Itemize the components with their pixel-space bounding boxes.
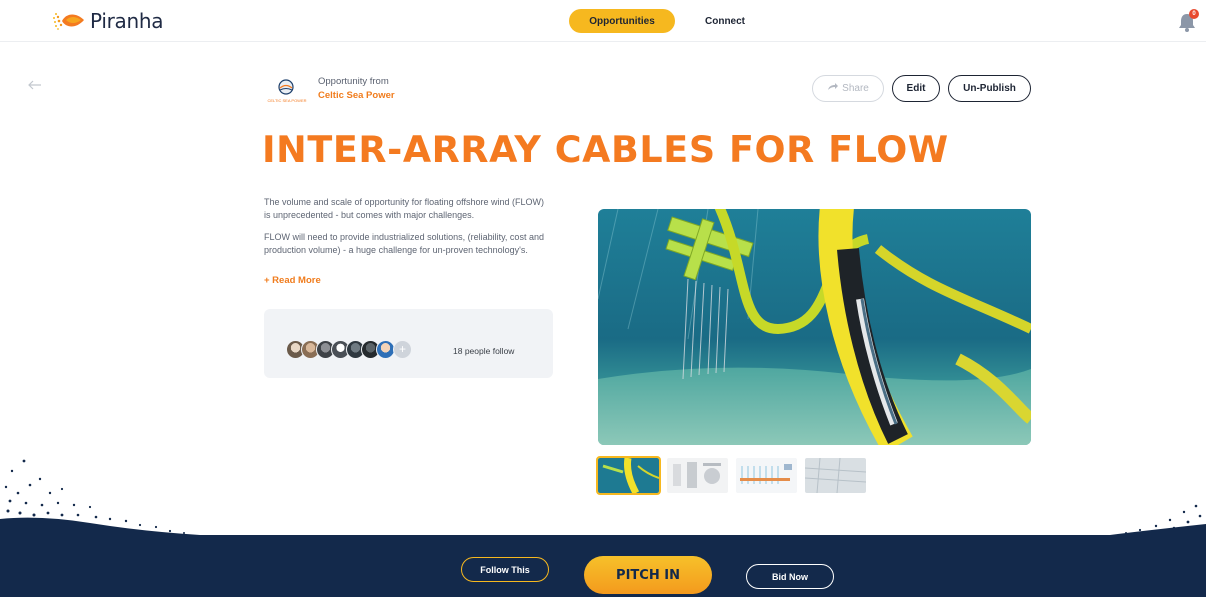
opportunity-from-label: Opportunity from <box>318 76 389 87</box>
thumbnail-2[interactable] <box>667 458 728 493</box>
share-button[interactable]: Share <box>812 75 884 102</box>
thumbnail-1[interactable] <box>596 456 661 495</box>
followers-card: + 18 people follow <box>264 309 553 378</box>
brand-name: Piranha <box>90 9 164 33</box>
image-thumbnails <box>596 456 866 495</box>
opportunity-description: The volume and scale of opportunity for … <box>264 196 550 265</box>
page: Piranha Opportunities Connect 0 CELTIC S… <box>0 0 1206 597</box>
notification-bell-icon <box>1178 14 1196 36</box>
brand-logo[interactable]: Piranha <box>52 9 163 33</box>
description-paragraph-2: FLOW will need to provide industrialized… <box>264 231 544 255</box>
hero-image[interactable] <box>598 209 1031 445</box>
back-arrow-icon[interactable] <box>28 80 44 92</box>
org-logo: CELTIC SEA POWER <box>264 78 310 104</box>
thumbnail-3[interactable] <box>736 458 797 493</box>
decorative-dots-right <box>1110 504 1206 537</box>
piranha-logo-icon <box>52 10 86 32</box>
edit-button[interactable]: Edit <box>892 75 940 102</box>
description-paragraph-1: The volume and scale of opportunity for … <box>264 197 544 221</box>
pitch-in-button[interactable]: PITCH IN <box>584 556 712 594</box>
read-more-link[interactable]: + Read More <box>264 275 321 286</box>
decorative-dots-left <box>0 459 200 537</box>
org-logo-text: CELTIC SEA POWER <box>267 98 306 103</box>
more-followers-icon[interactable]: + <box>393 340 412 359</box>
top-navbar: Piranha Opportunities Connect 0 <box>0 0 1206 42</box>
thumbnail-4[interactable] <box>805 458 866 493</box>
bid-now-button[interactable]: Bid Now <box>746 564 834 589</box>
notification-button[interactable]: 0 <box>1178 9 1200 36</box>
follow-this-button[interactable]: Follow This <box>461 557 549 582</box>
share-label: Share <box>842 83 869 94</box>
notification-count-badge: 0 <box>1189 9 1199 19</box>
followers-count: 18 people follow <box>453 346 515 356</box>
tab-connect[interactable]: Connect <box>700 9 750 33</box>
opportunity-title: INTER-ARRAY CABLES FOR FLOW <box>262 128 949 171</box>
share-arrow-icon <box>827 83 839 94</box>
tab-opportunities[interactable]: Opportunities <box>569 9 675 33</box>
unpublish-button[interactable]: Un-Publish <box>948 75 1031 102</box>
org-name-link[interactable]: Celtic Sea Power <box>318 90 395 101</box>
follower-avatars[interactable]: + <box>286 340 412 359</box>
